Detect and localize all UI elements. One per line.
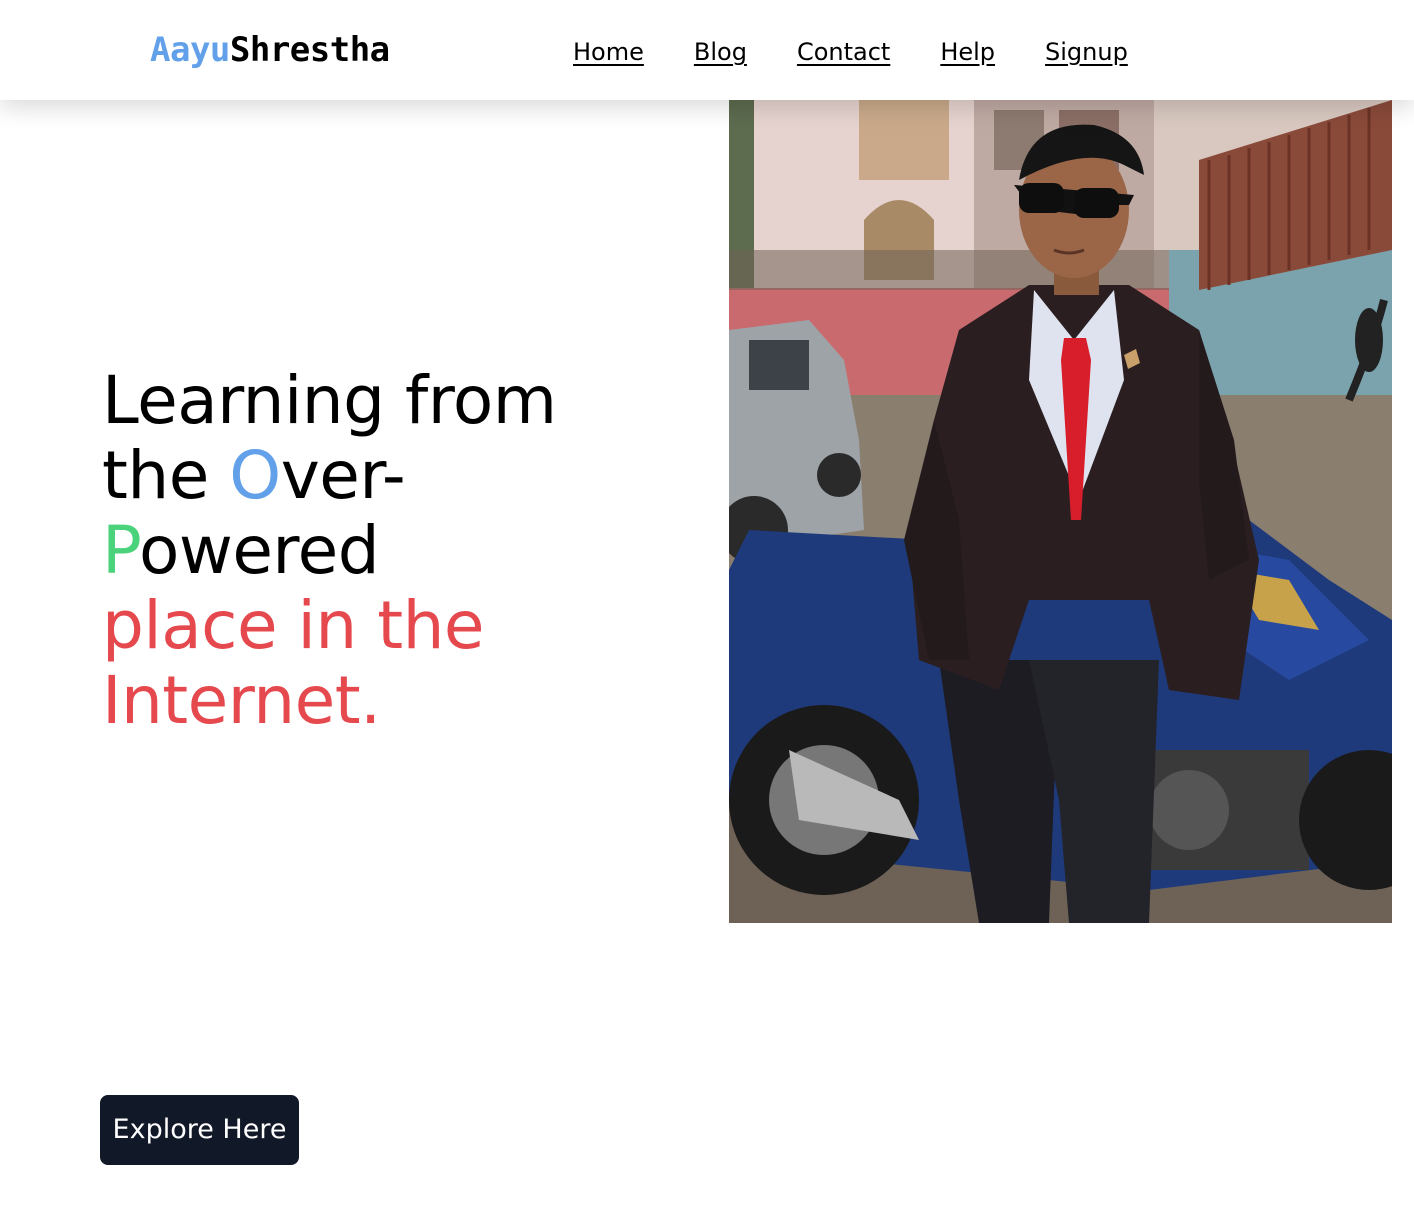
hero-accent-o: O (229, 437, 281, 514)
brand-last-name: Shrestha (229, 30, 390, 70)
hero-line-3-post: owered (138, 512, 380, 589)
navbar: AayuShrestha Home Blog Contact Help Sign… (0, 0, 1414, 100)
nav-link-home[interactable]: Home (573, 36, 644, 68)
nav-link-contact[interactable]: Contact (797, 36, 890, 68)
nav-link-signup[interactable]: Signup (1045, 36, 1128, 68)
hero-line-1: Learning from (102, 362, 557, 439)
nav-link-help[interactable]: Help (940, 36, 995, 68)
brand-logo[interactable]: AayuShrestha (150, 30, 390, 70)
explore-button[interactable]: Explore Here (100, 1095, 299, 1165)
hero-line-5: Internet. (102, 662, 381, 739)
hero-accent-p: P (102, 512, 139, 589)
hero-headline: Learning from the Over- Powered place in… (102, 363, 662, 738)
hero-line-2-pre: the (102, 437, 230, 514)
hero-line-4: place in the (102, 587, 485, 664)
profile-photo (729, 100, 1392, 923)
nav-links: Home Blog Contact Help Signup (573, 36, 1128, 68)
hero-line-2-post: ver- (280, 437, 406, 514)
brand-first-name: Aayu (150, 30, 230, 70)
nav-link-blog[interactable]: Blog (694, 36, 747, 68)
